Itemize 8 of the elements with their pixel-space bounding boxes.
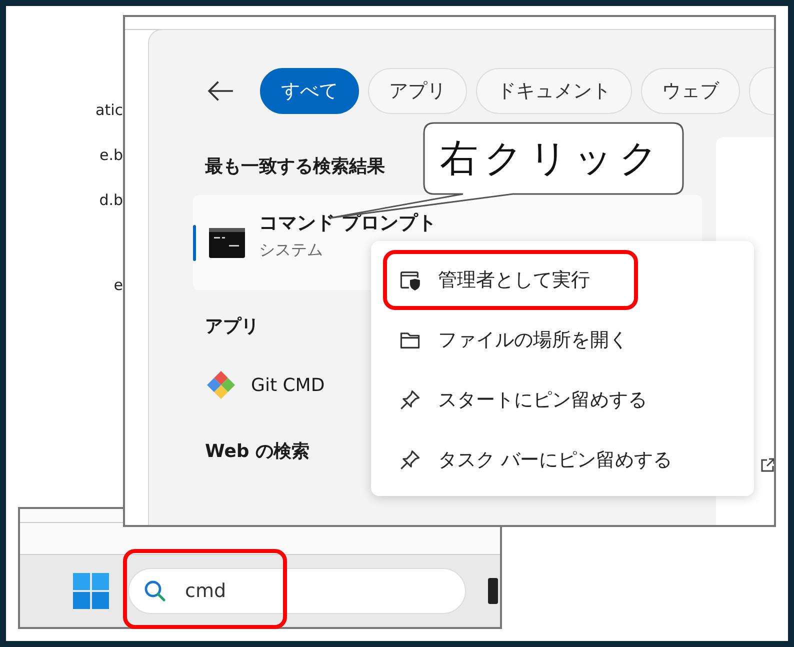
section-heading: 最も一致する検索結果 bbox=[205, 155, 385, 178]
section-heading: アプリ bbox=[205, 315, 259, 338]
section-heading: Web の検索 bbox=[205, 440, 310, 463]
file-name: atic bbox=[96, 100, 123, 120]
file-name: e.b bbox=[99, 145, 123, 165]
file-name: d.b bbox=[99, 190, 123, 210]
result-subtitle: システム bbox=[259, 240, 324, 261]
file-name: e bbox=[114, 275, 123, 295]
